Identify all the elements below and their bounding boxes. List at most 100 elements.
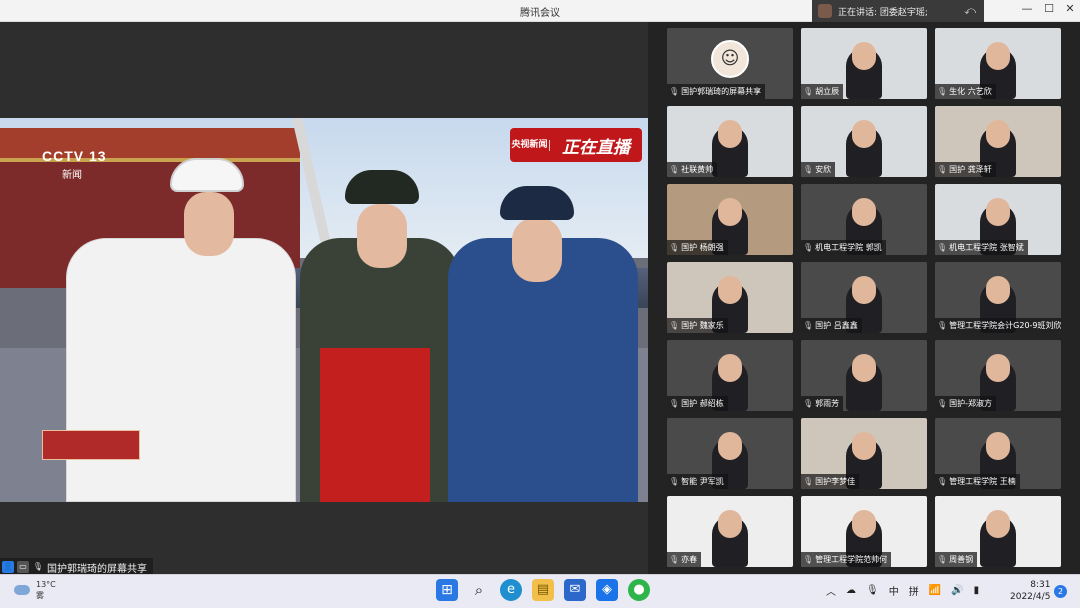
user-icon: 👤 <box>2 561 14 573</box>
cloud-sync-icon[interactable]: ☁ <box>846 585 856 596</box>
participant-tile[interactable]: 🎙 国护 龚泽轩 <box>935 106 1061 177</box>
back-arrow-icon[interactable]: ⤺ <box>964 4 976 18</box>
participant-name: 国护 杨朗强 <box>681 243 724 252</box>
battery-icon[interactable]: ▮ <box>974 585 980 596</box>
mic-off-icon: 🎙 <box>803 399 814 408</box>
clock-date: 2022/4/5 <box>1010 592 1051 602</box>
participant-tile[interactable]: 🎙 安欣 <box>801 106 927 177</box>
file-explorer-icon[interactable]: ▤ <box>532 579 554 601</box>
avatar-icon: ☺ <box>711 40 749 78</box>
start-button[interactable]: ⊞ <box>436 579 458 601</box>
weather-widget[interactable]: 13°C 雾 <box>14 579 56 601</box>
participant-tile[interactable]: 🎙 管理工程学院会计G20-9班刘欣雨 <box>935 262 1061 333</box>
video-face <box>512 218 562 282</box>
wechat-icon[interactable]: ● <box>628 579 650 601</box>
video-hat <box>345 170 419 204</box>
live-badge-left: 央视新闻 <box>510 139 550 151</box>
participant-head <box>986 276 1010 304</box>
participant-tile[interactable]: 🎙 机电工程学院 张智斌 <box>935 184 1061 255</box>
mic-off-icon: 🎙 <box>669 87 680 96</box>
participant-head <box>852 432 876 460</box>
close-button[interactable]: ✕ <box>1059 2 1080 15</box>
participant-name-bar: 🎙 机电工程学院 郭凯 <box>801 240 886 255</box>
participant-name-bar: 🎙 管理工程学院范帅何 <box>801 552 892 567</box>
participant-name: 亦春 <box>681 555 698 564</box>
maximize-button[interactable]: ☐ <box>1038 2 1060 15</box>
participant-name: 胡立辰 <box>815 87 840 96</box>
notification-badge[interactable]: 2 <box>1054 585 1067 598</box>
speaker-avatar <box>818 4 832 18</box>
video-hat <box>170 158 244 192</box>
participant-tile[interactable]: ☺ 🎙 国护郭瑞琦的屏幕共享 <box>667 28 793 99</box>
participant-tile[interactable]: 🎙 胡立辰 <box>801 28 927 99</box>
participant-name: 国护郭瑞琦的屏幕共享 <box>681 87 762 96</box>
participant-head <box>852 198 876 226</box>
participant-name-bar: 🎙 国护李梦佳 <box>801 474 860 489</box>
taskbar: 13°C 雾 ⊞ ⌕ e ▤ ✉ ◈ ● ︿ ☁ 🎙 中 拼 📶 🔊 ▮ 8:3… <box>0 574 1080 608</box>
wifi-icon[interactable]: 📶 <box>929 585 941 596</box>
participant-name-bar: 🎙 国护 杨朗强 <box>667 240 728 255</box>
participant-name: 机电工程学院 郭凯 <box>815 243 882 252</box>
channel-logo: CCTV 13 <box>42 148 107 164</box>
clock[interactable]: 8:31 2022/4/5 <box>1010 579 1050 603</box>
participant-head <box>852 120 876 148</box>
participant-head <box>986 354 1010 382</box>
participant-tile[interactable]: 🎙 亦春 <box>667 496 793 567</box>
chevron-up-icon[interactable]: ︿ <box>826 583 836 598</box>
participant-tile[interactable]: 🎙 国护 吕鑫鑫 <box>801 262 927 333</box>
participant-name-bar: 🎙 管理工程学院会计G20-9班刘欣雨 <box>935 318 1061 333</box>
participant-name-bar: 🎙 安欣 <box>801 162 836 177</box>
shared-video[interactable]: CCTV 13 新闻 央视新闻 正在直播 <box>0 118 648 502</box>
participant-tile[interactable]: 🎙 国护 郝绍栋 <box>667 340 793 411</box>
mic-off-icon: 🎙 <box>669 555 680 564</box>
participant-head <box>718 120 742 148</box>
cloud-icon <box>14 585 30 595</box>
weather-desc: 雾 <box>36 591 44 600</box>
participant-head <box>718 354 742 382</box>
search-icon[interactable]: ⌕ <box>468 579 490 601</box>
participant-name: 周善钢 <box>949 555 974 564</box>
participant-tile[interactable]: 🎙 机电工程学院 郭凯 <box>801 184 927 255</box>
mic-off-icon: 🎙 <box>937 399 948 408</box>
mic-off-icon: 🎙 <box>669 321 680 330</box>
participant-tile[interactable]: 🎙 国护李梦佳 <box>801 418 927 489</box>
participant-name-bar: 🎙 国护 郝绍栋 <box>667 396 728 411</box>
video-corner-thumbnail <box>42 430 140 460</box>
participant-tile[interactable]: 🎙 国护-郑淑方 <box>935 340 1061 411</box>
participant-name-bar: 🎙 郭雨芳 <box>801 396 844 411</box>
participant-tile[interactable]: 🎙 管理工程学院 王楠 <box>935 418 1061 489</box>
live-badge-right: 正在直播 <box>562 137 630 158</box>
participant-tile[interactable]: 🎙 国护 杨朗强 <box>667 184 793 255</box>
participant-head <box>986 510 1010 538</box>
participant-name: 国护-郑淑方 <box>949 399 993 408</box>
participant-name: 管理工程学院会计G20-9班刘欣雨 <box>949 321 1061 330</box>
participant-tile[interactable]: 🎙 管理工程学院范帅何 <box>801 496 927 567</box>
participant-name: 国护 魏家乐 <box>681 321 724 330</box>
tencent-meeting-icon[interactable]: ◈ <box>596 579 618 601</box>
mail-icon[interactable]: ✉ <box>564 579 586 601</box>
mic-off-icon: 🎙 <box>937 165 948 174</box>
participant-head <box>718 198 742 226</box>
ime-pinyin[interactable]: 拼 <box>909 583 919 598</box>
participant-tile[interactable]: 🎙 社联黄帅 <box>667 106 793 177</box>
mic-off-icon: 🎙 <box>803 321 814 330</box>
taskbar-apps: ⊞ ⌕ e ▤ ✉ ◈ ● <box>436 579 650 601</box>
participant-head <box>986 432 1010 460</box>
ime-mode[interactable]: 中 <box>889 583 899 598</box>
participant-tile[interactable]: 🎙 智能 尹军凯 <box>667 418 793 489</box>
participant-tile[interactable]: 🎙 国护 魏家乐 <box>667 262 793 333</box>
participant-tile[interactable]: 🎙 周善钢 <box>935 496 1061 567</box>
video-flag <box>320 348 430 502</box>
participant-name-bar: 🎙 周善钢 <box>935 552 978 567</box>
participant-name: 管理工程学院 王楠 <box>949 477 1016 486</box>
participant-head <box>718 432 742 460</box>
edge-browser-icon[interactable]: e <box>500 579 522 601</box>
microphone-icon[interactable]: 🎙 <box>866 585 879 596</box>
participant-head <box>986 42 1010 70</box>
participant-tile[interactable]: 🎙 郭雨芳 <box>801 340 927 411</box>
clock-time: 8:31 <box>1030 580 1051 590</box>
minimize-button[interactable]: — <box>1016 2 1038 15</box>
video-face <box>184 192 234 256</box>
volume-icon[interactable]: 🔊 <box>951 585 963 596</box>
participant-tile[interactable]: 🎙 生化 六艺欣 <box>935 28 1061 99</box>
